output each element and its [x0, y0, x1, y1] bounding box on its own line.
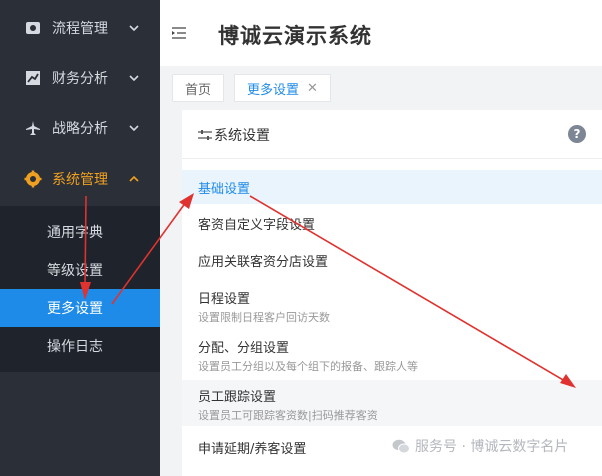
item-label: 分配、分组设置	[198, 341, 290, 356]
watermark: 服务号 · 博诚云数字名片	[392, 436, 568, 456]
submenu-item-dictionary[interactable]: 通用字典	[0, 213, 160, 251]
sidebar: 流程管理 财务分析 战略分析 系统管理 通用字典 等级设置 更多设置 操作日志	[0, 0, 160, 476]
tab-label: 首页	[185, 82, 212, 98]
settings-panel: 系统设置 ? 基础设置 客资自定义字段设置 应用关联客资分店设置 日程设置 设置…	[182, 110, 602, 476]
submenu-label: 通用字典	[47, 225, 103, 241]
main-content: 系统设置 ? 基础设置 客资自定义字段设置 应用关联客资分店设置 日程设置 设置…	[160, 110, 602, 476]
settings-item-branch-link[interactable]: 应用关联客资分店设置	[182, 244, 602, 274]
tabs-bar: 首页 更多设置 ✕	[160, 66, 602, 110]
sidebar-item-label: 系统管理	[52, 172, 108, 188]
item-label: 应用关联客资分店设置	[198, 255, 329, 270]
panel-title-text: 系统设置	[214, 128, 270, 144]
chart-icon	[24, 69, 42, 87]
wechat-icon	[392, 439, 410, 453]
item-label: 日程设置	[198, 292, 251, 307]
panel-title: 系统设置	[198, 125, 270, 145]
close-icon[interactable]: ✕	[307, 81, 318, 96]
settings-item-schedule[interactable]: 日程设置 设置限制日程客户回访天数	[182, 282, 602, 326]
submenu-item-operation-log[interactable]: 操作日志	[0, 327, 160, 365]
watermark-text: 服务号 · 博诚云数字名片	[415, 439, 569, 455]
settings-item-custom-fields[interactable]: 客资自定义字段设置	[182, 206, 602, 236]
item-label: 基础设置	[198, 182, 251, 197]
chevron-down-icon	[129, 25, 139, 32]
sidebar-item-label: 流程管理	[52, 21, 108, 37]
gear-icon	[24, 170, 42, 188]
tab-label: 更多设置	[247, 82, 300, 98]
submenu-label: 操作日志	[47, 339, 103, 355]
settings-item-basic[interactable]: 基础设置	[182, 170, 602, 204]
settings-item-tracking[interactable]: 员工跟踪设置 设置员工可跟踪客资数|扫码推荐客资	[182, 380, 602, 426]
app-title: 博诚云演示系统	[218, 24, 372, 48]
submenu-item-level-settings[interactable]: 等级设置	[0, 251, 160, 289]
sidebar-item-workflow[interactable]: 流程管理	[0, 3, 160, 53]
plane-icon	[24, 119, 42, 137]
chevron-up-icon	[129, 175, 139, 182]
sidebar-item-label: 战略分析	[52, 121, 108, 137]
chevron-down-icon	[129, 75, 139, 82]
workflow-icon	[24, 19, 42, 37]
item-desc: 设置员工可跟踪客资数|扫码推荐客资	[198, 409, 378, 422]
sidebar-item-strategy[interactable]: 战略分析	[0, 103, 160, 153]
sliders-icon	[198, 130, 212, 140]
collapse-menu-icon[interactable]	[172, 27, 186, 39]
panel-header: 系统设置 ?	[182, 110, 602, 159]
submenu-label: 等级设置	[47, 263, 103, 279]
sidebar-item-label: 财务分析	[52, 71, 108, 87]
item-desc: 设置限制日程客户回访天数	[198, 311, 330, 324]
item-label: 员工跟踪设置	[198, 390, 277, 405]
item-label: 客资自定义字段设置	[198, 218, 316, 233]
submenu-item-more-settings[interactable]: 更多设置	[0, 289, 160, 327]
tab-more-settings[interactable]: 更多设置 ✕	[234, 74, 331, 102]
sidebar-item-finance[interactable]: 财务分析	[0, 53, 160, 103]
settings-item-group[interactable]: 分配、分组设置 设置员工分组以及每个组下的报备、跟踪人等	[182, 332, 602, 376]
system-submenu: 通用字典 等级设置 更多设置 操作日志	[0, 206, 160, 372]
help-icon[interactable]: ?	[568, 125, 586, 143]
item-desc: 设置员工分组以及每个组下的报备、跟踪人等	[198, 360, 418, 373]
sidebar-item-system[interactable]: 系统管理	[0, 154, 160, 204]
tab-home[interactable]: 首页	[172, 74, 225, 102]
chevron-down-icon	[129, 125, 139, 132]
top-header: 博诚云演示系统	[160, 0, 602, 66]
submenu-label: 更多设置	[47, 301, 103, 317]
